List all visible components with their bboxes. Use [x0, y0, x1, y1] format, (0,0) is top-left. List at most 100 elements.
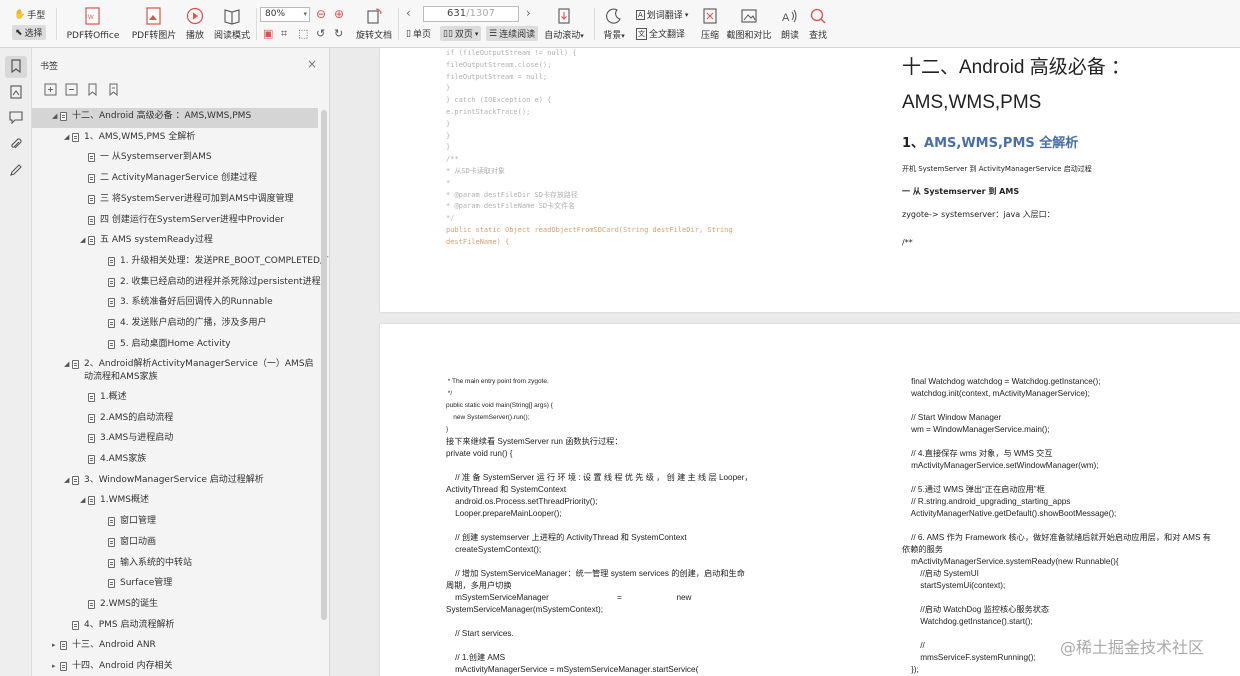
full-translate-label: 全文翻译 [649, 30, 686, 40]
text-line: Watchdog.getInstance().start(); [902, 617, 1033, 626]
bookmark-item[interactable]: ◢ 十二、Android 高级必备 ：AMS,WMS,PMS [32, 108, 318, 128]
collapsed-arrow-icon[interactable]: ▸ [52, 641, 60, 649]
continuous-read-button[interactable]: ☰ 连续阅读 [486, 26, 539, 41]
bookmark-item[interactable]: 5. 启动桌面Home Activity [32, 336, 318, 356]
comment-panel-button[interactable] [5, 108, 27, 130]
attachment-panel-button[interactable] [5, 134, 27, 156]
collapsed-arrow-icon[interactable]: ▸ [52, 662, 60, 670]
auto-scroll-button[interactable]: 自动滚动▾ [542, 6, 586, 41]
add-bookmark-icon[interactable] [86, 83, 99, 96]
next-page-button[interactable]: › [526, 6, 531, 20]
sub-heading: 一 从 Systemserver 到 AMS [902, 187, 1020, 196]
expanded-arrow-icon[interactable]: ◢ [64, 476, 72, 484]
bookmark-item[interactable]: 四 创建运行在SystemServer进程中Provider [32, 212, 318, 232]
compress-label: 压缩 [700, 31, 719, 41]
bookmark-item[interactable]: ◢ 1.WMS概述 [32, 492, 318, 512]
pdf-to-image-icon [144, 6, 164, 26]
expanded-arrow-icon[interactable]: ◢ [64, 133, 72, 141]
find-button[interactable]: 查找 [806, 6, 830, 41]
word-translate-button[interactable]: A 划词翻译 ▾ [636, 8, 688, 21]
bookmark-page-icon [88, 215, 95, 225]
crop-button[interactable]: ⌗ [281, 27, 287, 41]
bookmark-item[interactable]: 窗口管理 [32, 513, 318, 533]
bookmark-item[interactable]: 4、PMS 启动流程解析 [32, 617, 318, 637]
bookmark-item[interactable]: 输入系统的中转站 [32, 555, 318, 575]
expanded-arrow-icon[interactable]: ◢ [80, 496, 88, 504]
zoom-out-button[interactable]: ⊖ [316, 7, 326, 21]
pdf-to-image-button[interactable]: PDF转图片 [130, 6, 178, 41]
expanded-arrow-icon[interactable]: ◢ [64, 360, 72, 368]
bookmark-page-icon [108, 319, 115, 328]
bookmark-label: 十三、Android ANR [72, 640, 156, 651]
reading-mode-button[interactable]: 阅读模式 [212, 6, 252, 41]
bookmark-page-icon [108, 339, 115, 349]
bookmark-item[interactable]: ▸ 十四、Android 内存相关 [32, 658, 318, 676]
bookmark-item[interactable]: ◢ 3、WindowManagerService 启动过程解析 [32, 472, 318, 492]
bookmark-item[interactable]: 4.AMS家族 [32, 451, 318, 471]
bookmark-item[interactable]: 2.WMS的诞生 [32, 596, 318, 616]
thumbnail-panel-button[interactable] [5, 82, 27, 104]
bookmark-item[interactable]: 4. 发送账户启动的广播，涉及多用户 [32, 315, 318, 335]
code-line: e.printStackTrace(); [446, 107, 531, 116]
collapse-all-icon[interactable] [65, 83, 78, 96]
bookmark-item[interactable]: ◢ 五 AMS systemReady过程 [32, 232, 318, 252]
rotate-left-button[interactable]: ↺ [316, 27, 325, 40]
zoom-in-button[interactable]: ⊕ [334, 7, 344, 21]
screenshot-compare-button[interactable]: 截图和对比 [726, 6, 772, 41]
select-tool-button[interactable]: ⬉ 选择 [12, 25, 46, 40]
bookmark-item[interactable]: Surface管理 [32, 575, 318, 595]
bookmark-item[interactable]: ◢ 2、Android解析ActivityManagerService（一）AMS… [32, 356, 318, 388]
zoom-select[interactable]: 80% ▾ [260, 7, 310, 22]
bookmark-item[interactable]: 一 从Systemserver到AMS [32, 149, 318, 169]
single-page-button[interactable]: ▯ 单页 [406, 27, 431, 41]
bookmark-page-icon [88, 236, 95, 246]
bookmark-item[interactable]: ▸ 十三、Android ANR [32, 637, 318, 657]
text-line: mActivityManagerService = mSystemService… [446, 665, 699, 674]
rotate-doc-button[interactable]: 旋转文档 [354, 6, 394, 41]
panel-scrollbar[interactable] [321, 110, 327, 620]
expand-all-icon[interactable] [44, 83, 57, 96]
read-aloud-button[interactable]: A 朗读 [778, 6, 802, 41]
pdf-to-office-button[interactable]: W PDF转Office [64, 6, 122, 41]
prev-page-button[interactable]: ‹ [406, 6, 411, 20]
background-button[interactable]: 背景▾ [600, 6, 628, 41]
expanded-arrow-icon[interactable]: ◢ [52, 112, 60, 120]
bookmark-item[interactable]: 窗口动画 [32, 534, 318, 554]
text-line: 依赖的服务 [902, 545, 943, 554]
bookmark-label: 2. 收集已经启动的进程并杀死除过persistent进程 [120, 276, 321, 287]
bookmark-item[interactable]: 三 将SystemServer进程可加到AMS中调度管理 [32, 191, 318, 211]
fit-page-button[interactable]: ▣ [263, 27, 273, 40]
bookmark-item[interactable]: 二 ActivityManagerService 创建过程 [32, 170, 318, 190]
expanded-arrow-icon[interactable]: ◢ [80, 236, 88, 244]
text-line: */ [446, 390, 453, 397]
bookmark-item[interactable]: 2.AMS的启动流程 [32, 410, 318, 430]
word-translate-label: 划词翻译 [646, 11, 683, 21]
bookmark-item[interactable]: ◢ 1、AMS,WMS,PMS 全解析 [32, 129, 318, 149]
bookmark-label: 输入系统的中转站 [120, 557, 193, 568]
text-line: ActivityThread 和 SystemContext [446, 485, 567, 494]
bookmark-page-icon [72, 360, 79, 370]
fit-width-button[interactable]: ⬚ [298, 27, 308, 40]
document-area: if (fileOutputStream != null) {fileOutpu… [330, 48, 1240, 676]
bookmark-page-icon [88, 496, 95, 506]
double-page-button[interactable]: ▯▯ 双页 ▾ [440, 26, 482, 41]
code-line: * 从SD卡读取对象 [446, 166, 505, 175]
play-button[interactable]: 播放 [182, 6, 208, 41]
full-translate-button[interactable]: 文 全文翻译 [636, 27, 685, 40]
bookmark-panel-button[interactable] [5, 56, 27, 78]
hand-tool-button[interactable]: ✋ 手型 [14, 8, 45, 22]
bookmark-item[interactable]: 1. 升级相关处理：发送PRE_BOOT_COMPLETED广播 [32, 253, 329, 273]
bookmark-label: 五 AMS systemReady过程 [100, 235, 213, 246]
bookmark-outline-icon[interactable] [107, 83, 120, 96]
bookmark-item[interactable]: 1.概述 [32, 389, 318, 409]
bookmark-item[interactable]: 3. 系统准备好后回调传入的Runnable [32, 294, 318, 314]
text-line: startSystemUi(context); [902, 581, 1006, 590]
page-number-input[interactable]: 631/1307 [423, 6, 519, 22]
compress-button[interactable]: 压缩 [698, 6, 722, 41]
bookmark-item[interactable]: 2. 收集已经启动的进程并杀死除过persistent进程 [32, 274, 321, 294]
rotate-right-button[interactable]: ↻ [334, 27, 343, 40]
text-line: SystemServiceManager(mSystemContext); [446, 605, 603, 614]
bookmark-item[interactable]: 3.AMS与进程启动 [32, 430, 318, 450]
close-icon[interactable]: × [307, 57, 317, 71]
signature-panel-button[interactable] [5, 160, 27, 182]
